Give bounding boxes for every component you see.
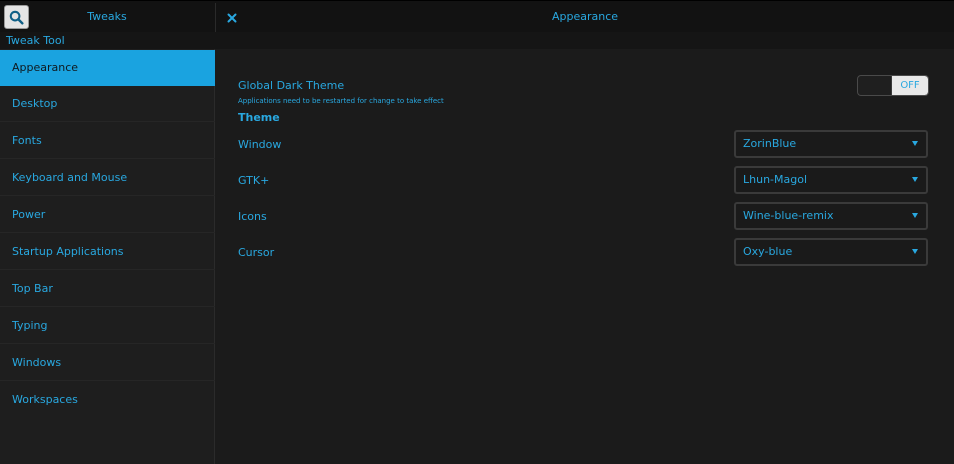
chevron-down-icon bbox=[912, 141, 918, 146]
window-theme-label: Window bbox=[238, 138, 282, 151]
sidebar-item-startup-applications[interactable]: Startup Applications bbox=[0, 234, 215, 270]
window-theme-value: ZorinBlue bbox=[743, 137, 797, 150]
switch-state-label: OFF bbox=[892, 76, 928, 95]
sidebar-item-top-bar[interactable]: Top Bar bbox=[0, 271, 215, 307]
close-icon bbox=[227, 8, 237, 27]
search-icon bbox=[9, 10, 24, 25]
global-dark-theme-switch[interactable]: OFF bbox=[857, 75, 929, 96]
sidebar-item-workspaces[interactable]: Workspaces bbox=[0, 382, 215, 418]
sidebar-item-desktop[interactable]: Desktop bbox=[0, 86, 215, 122]
gtk-theme-value: Lhun-Magol bbox=[743, 173, 808, 186]
theme-section-heading: Theme bbox=[238, 111, 280, 124]
app-name: Tweak Tool bbox=[6, 34, 65, 47]
icons-theme-dropdown[interactable]: Wine-blue-remix bbox=[734, 202, 928, 230]
sidebar-item-windows[interactable]: Windows bbox=[0, 345, 215, 381]
sidebar: Appearance Desktop Fonts Keyboard and Mo… bbox=[0, 49, 215, 464]
gtk-theme-dropdown[interactable]: Lhun-Magol bbox=[734, 166, 928, 194]
sidebar-item-power[interactable]: Power bbox=[0, 197, 215, 233]
tweak-tool-window: Tweaks Appearance Tweak Tool Appearance … bbox=[0, 0, 954, 464]
switch-knob bbox=[858, 76, 892, 95]
header-bar: Tweaks Appearance bbox=[0, 0, 954, 33]
gtk-theme-label: GTK+ bbox=[238, 174, 270, 187]
sidebar-item-typing[interactable]: Typing bbox=[0, 308, 215, 344]
restart-note: Applications need to be restarted for ch… bbox=[238, 97, 444, 105]
close-button[interactable] bbox=[224, 7, 240, 27]
sidebar-header-title: Tweaks bbox=[87, 10, 127, 23]
global-dark-theme-label: Global Dark Theme bbox=[238, 79, 345, 92]
search-button[interactable] bbox=[4, 5, 29, 29]
cursor-theme-label: Cursor bbox=[238, 246, 275, 259]
chevron-down-icon bbox=[912, 249, 918, 254]
sidebar-item-fonts[interactable]: Fonts bbox=[0, 123, 215, 159]
icons-theme-label: Icons bbox=[238, 210, 267, 223]
page-title: Appearance bbox=[551, 10, 619, 23]
chevron-down-icon bbox=[912, 177, 918, 182]
chevron-down-icon bbox=[912, 213, 918, 218]
sidebar-item-appearance[interactable]: Appearance bbox=[0, 50, 215, 86]
window-theme-dropdown[interactable]: ZorinBlue bbox=[734, 130, 928, 158]
main-panel: Global Dark Theme Applications need to b… bbox=[216, 49, 954, 464]
app-name-strip: Tweak Tool bbox=[0, 32, 954, 49]
cursor-theme-dropdown[interactable]: Oxy-blue bbox=[734, 238, 928, 266]
cursor-theme-value: Oxy-blue bbox=[743, 245, 793, 258]
icons-theme-value: Wine-blue-remix bbox=[743, 209, 834, 222]
sidebar-item-keyboard-and-mouse[interactable]: Keyboard and Mouse bbox=[0, 160, 215, 196]
